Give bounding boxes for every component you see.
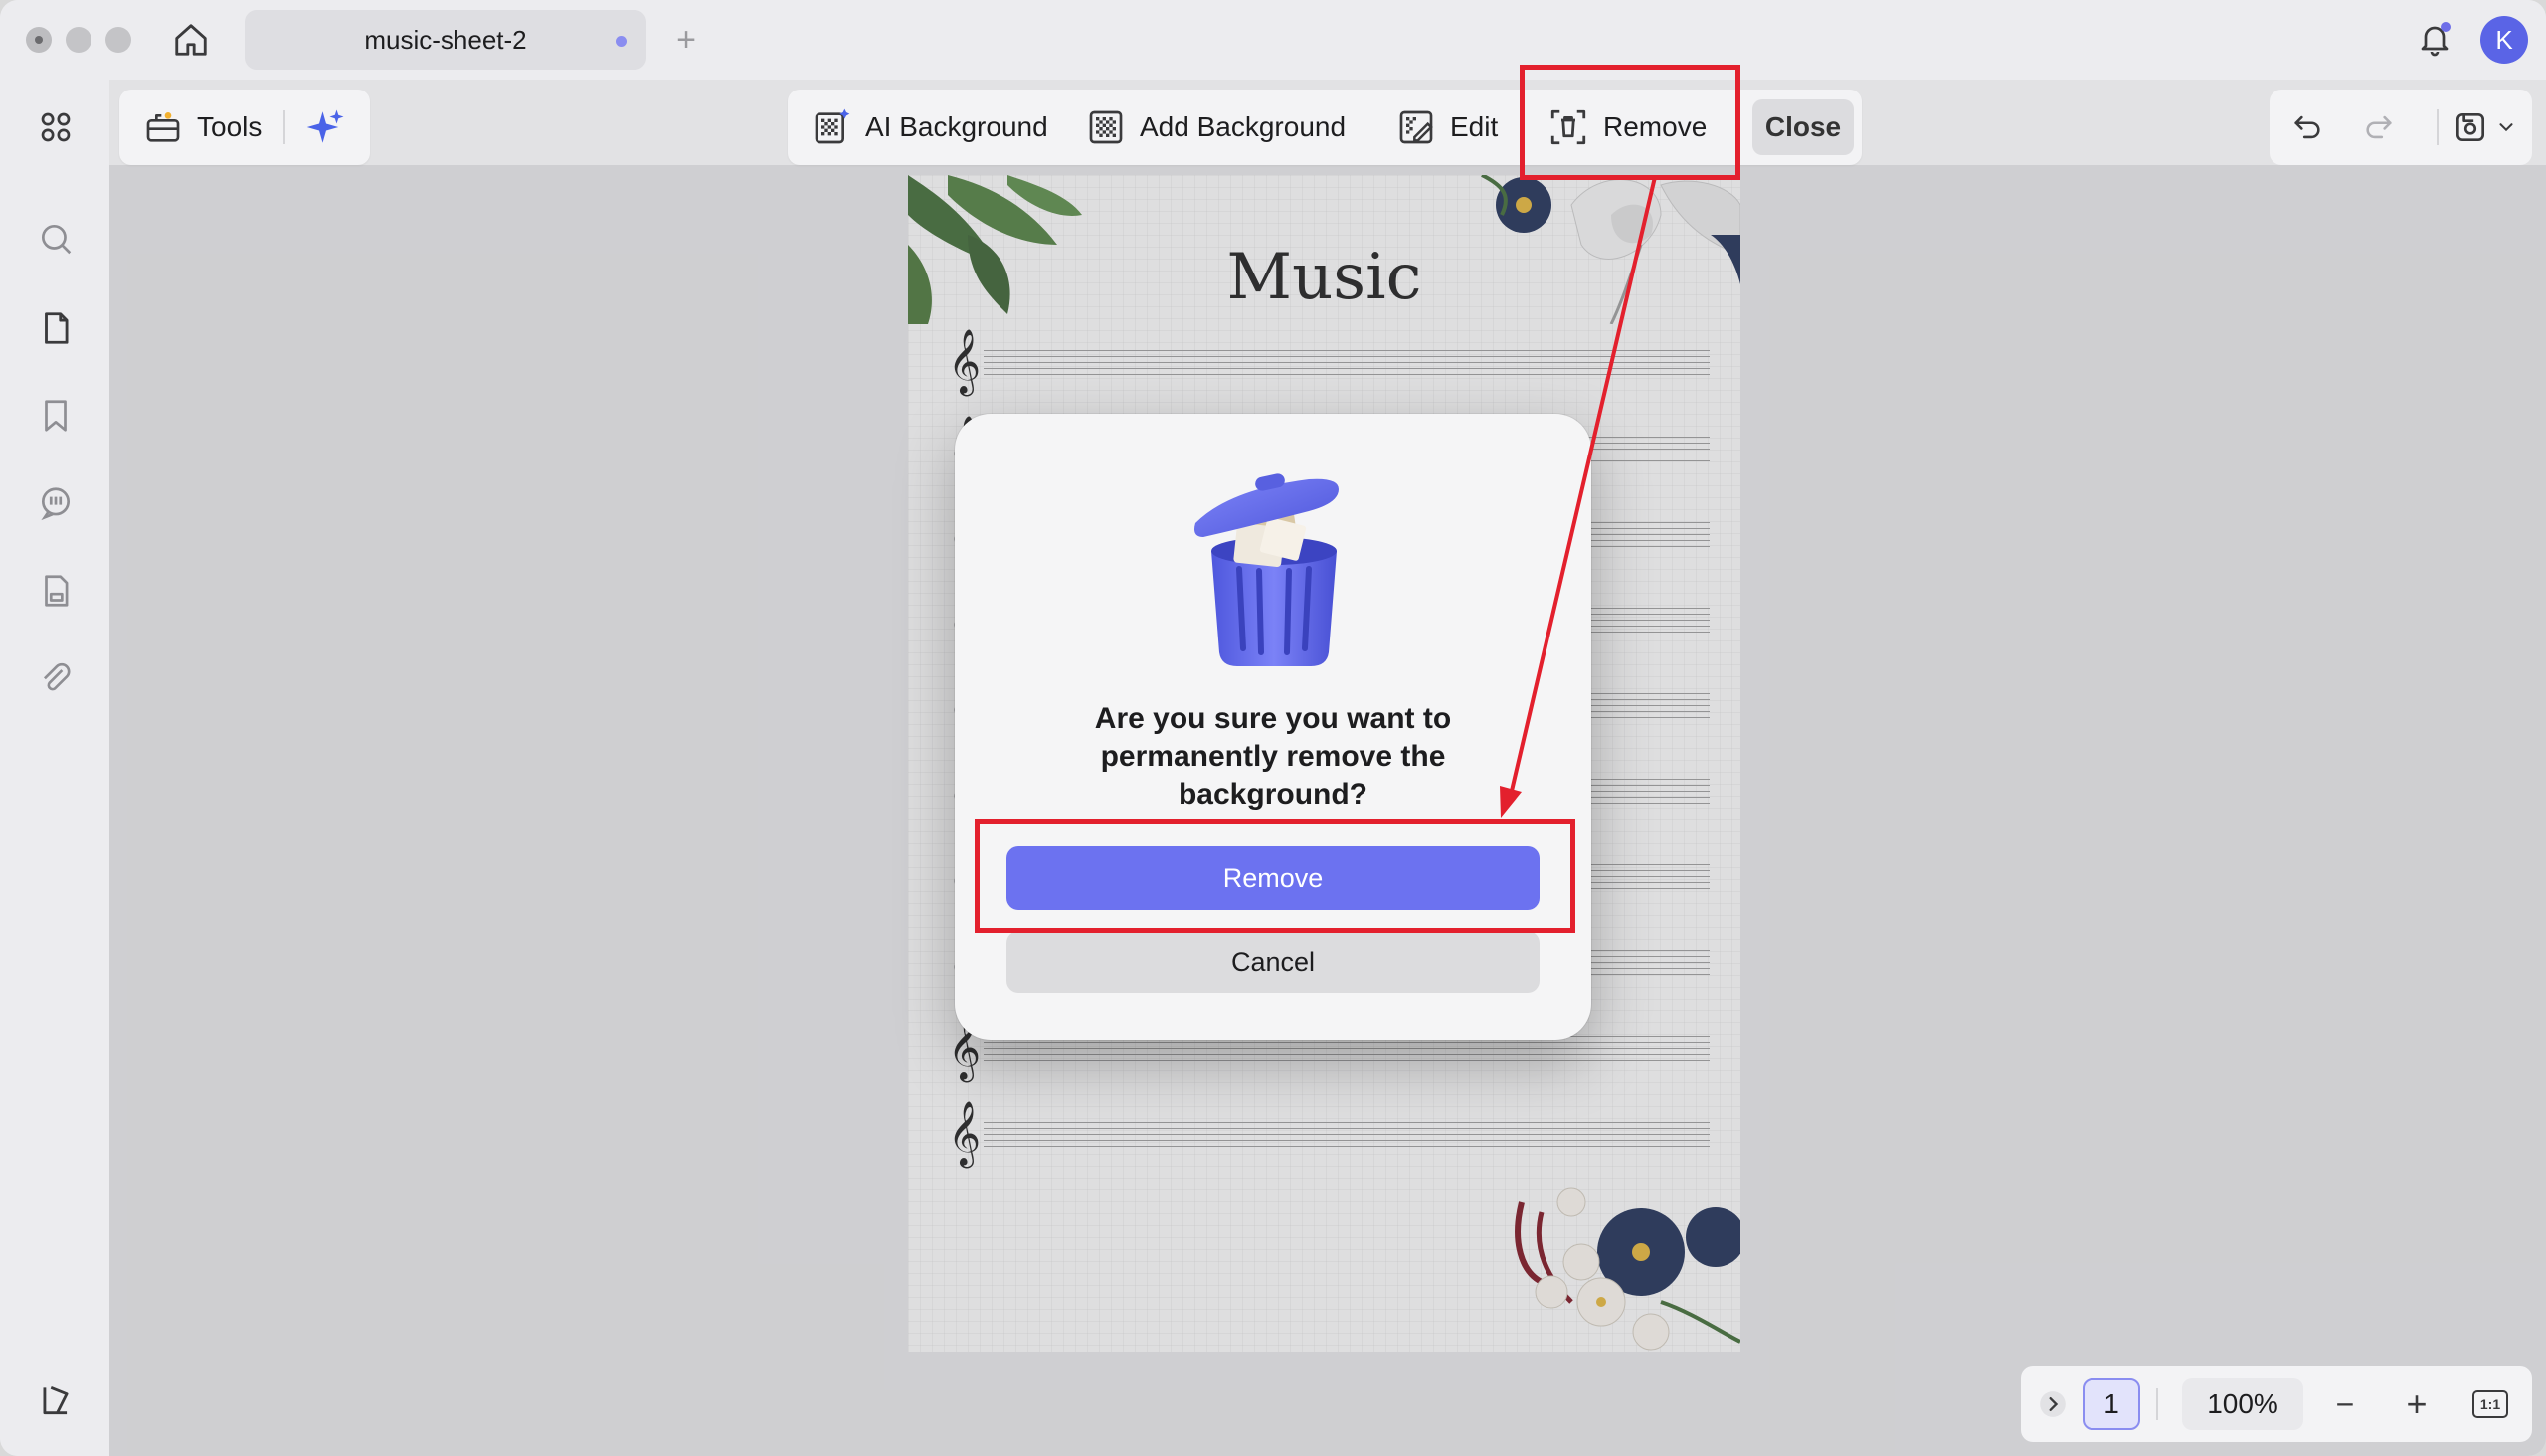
expand-navigation-button[interactable] <box>2033 1384 2073 1424</box>
dialog-message: Are you sure you want to permanently rem… <box>1094 702 1452 811</box>
form-icon <box>45 575 69 607</box>
zoom-in-button[interactable]: + <box>2397 1383 2437 1424</box>
unsaved-dot-icon <box>616 36 627 47</box>
paperclip-icon <box>43 662 71 691</box>
tools-button[interactable]: Tools <box>197 111 262 143</box>
ai-background-button[interactable]: AI Background <box>812 90 1048 165</box>
sidebar-attachments-button[interactable] <box>32 654 80 702</box>
grid-icon <box>41 112 71 142</box>
home-button[interactable] <box>167 18 215 62</box>
trash-can-icon <box>1194 473 1339 666</box>
sidebar-search-button[interactable] <box>32 215 80 263</box>
notifications-button[interactable] <box>2413 18 2456 62</box>
save-button[interactable] <box>2447 103 2494 151</box>
current-page-input[interactable]: 1 <box>2083 1378 2140 1430</box>
add-background-icon <box>1089 110 1123 144</box>
ai-background-label: AI Background <box>865 111 1048 142</box>
toolbox-icon <box>146 112 180 142</box>
undo-icon <box>2294 115 2320 139</box>
comment-icon <box>41 487 71 521</box>
actual-size-icon: 1:1 <box>2472 1390 2508 1418</box>
history-group <box>2270 90 2532 165</box>
close-background-toolbar-button[interactable]: Close <box>1752 99 1854 155</box>
sidebar-bookmarks-button[interactable] <box>32 392 80 440</box>
app-window: music-sheet-2 + K Tools AI Background Ad… <box>0 0 2546 1456</box>
zoom-out-button[interactable]: − <box>2325 1384 2365 1424</box>
toolbar-divider <box>2437 109 2439 145</box>
undo-button[interactable] <box>2283 103 2331 151</box>
sidebar-pages-button[interactable] <box>32 304 80 352</box>
edit-background-button[interactable]: Edit <box>1396 90 1498 165</box>
window-controls <box>26 27 131 53</box>
add-background-button[interactable]: Add Background <box>1086 90 1346 165</box>
toolbar-divider <box>283 110 286 144</box>
sidebar-comments-button[interactable] <box>32 479 80 527</box>
ai-background-icon <box>815 108 850 144</box>
cancel-button[interactable]: Cancel <box>1006 931 1540 993</box>
edit-background-icon <box>1399 110 1433 144</box>
chevron-right-icon <box>2040 1391 2066 1417</box>
sidebar-thumbnails-button[interactable] <box>32 103 80 151</box>
ai-sparkle-icon[interactable] <box>305 106 347 148</box>
redo-button[interactable] <box>2355 103 2403 151</box>
sidebar-forms-button[interactable] <box>32 567 80 615</box>
search-icon <box>41 224 72 255</box>
edit-label: Edit <box>1450 111 1499 142</box>
tab-music-sheet-2[interactable]: music-sheet-2 <box>245 10 646 70</box>
left-sidebar <box>0 80 109 1456</box>
page-icon <box>45 312 69 344</box>
page-zoom-bar: 1 100% − + 1:1 <box>2021 1366 2532 1442</box>
zoom-window-button[interactable] <box>105 27 131 53</box>
home-icon <box>175 24 207 56</box>
notification-badge <box>2441 22 2451 32</box>
save-options-button[interactable] <box>2488 103 2524 151</box>
zoom-level-select[interactable]: 100% <box>2182 1378 2303 1430</box>
sidebar-apps-button[interactable] <box>32 1376 80 1424</box>
annotation-highlight-remove-tool <box>1520 65 1740 180</box>
toolbar-divider <box>2156 1388 2158 1420</box>
close-window-button[interactable] <box>26 27 52 53</box>
save-icon <box>2455 112 2485 142</box>
actual-size-button[interactable]: 1:1 <box>2470 1384 2510 1424</box>
new-tab-button[interactable]: + <box>666 18 706 62</box>
user-avatar[interactable]: K <box>2480 16 2528 64</box>
tools-group: Tools <box>119 90 370 165</box>
annotation-highlight-confirm <box>975 819 1575 933</box>
add-background-label: Add Background <box>1140 111 1347 142</box>
title-bar: music-sheet-2 + K <box>0 0 2546 80</box>
chevron-down-icon <box>2499 123 2513 132</box>
redo-icon <box>2366 115 2392 139</box>
minimize-window-button[interactable] <box>66 27 91 53</box>
tab-title: music-sheet-2 <box>364 24 527 55</box>
remove-background-dialog: Are you sure you want to permanently rem… <box>955 414 1591 1040</box>
bookmark-icon <box>45 400 67 432</box>
layers-icon <box>43 1386 69 1415</box>
